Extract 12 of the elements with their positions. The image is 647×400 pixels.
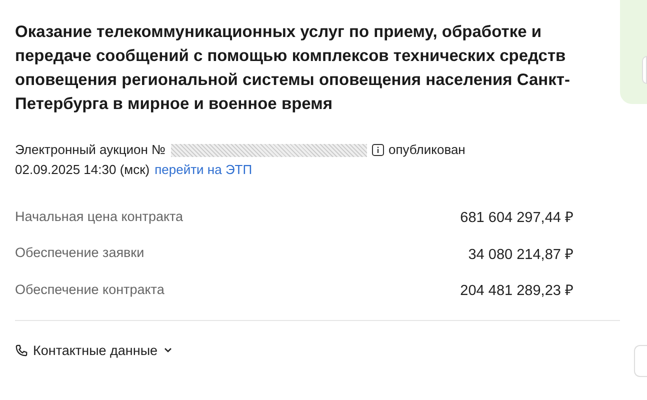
auction-type: Электронный аукцион № (15, 141, 166, 159)
tender-title: Оказание телекоммуникационных услуг по приему, обработке и передаче сообщений с помощью комплексов технических средств оповещения региональной системы оповещения населения Санкт-Петербурга в мирное и военное время (15, 22, 571, 115)
price-label: Начальная цена контракта (15, 208, 184, 224)
price-value: 34 080 214,87 ₽ (468, 246, 573, 263)
contacts-toggle[interactable]: Контактные данные (15, 342, 173, 358)
price-label: Обеспечение контракта (15, 282, 164, 297)
auction-status: опубликован (388, 141, 466, 159)
etp-link[interactable]: перейти на ЭТП (154, 160, 252, 180)
price-value: 204 481 289,23 ₽ (460, 282, 573, 300)
price-label: Обеспечение заявки (15, 245, 144, 260)
publish-date: 02.09.2025 14:30 (мск) (15, 161, 150, 179)
price-value: 681 604 297,44 ₽ (460, 209, 573, 226)
